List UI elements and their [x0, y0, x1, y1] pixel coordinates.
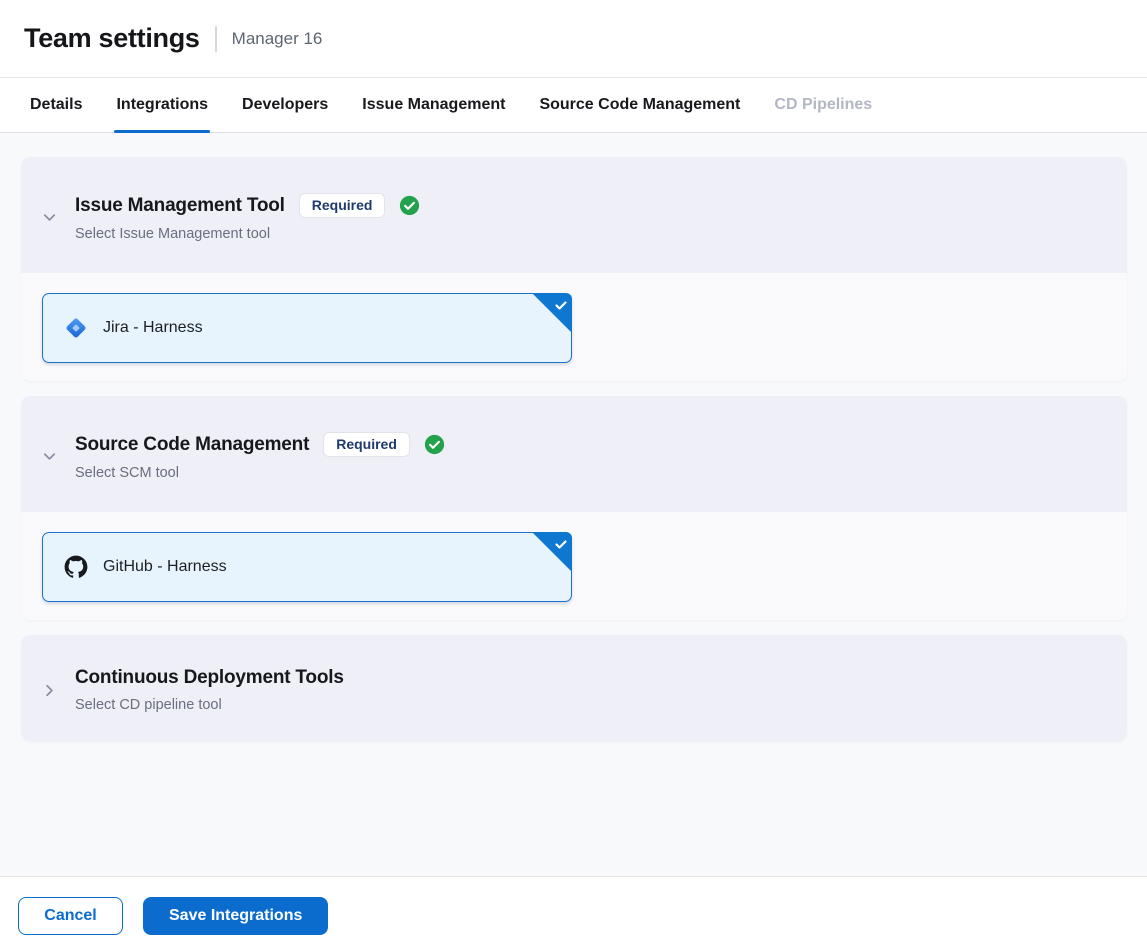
selected-corner-badge: [532, 532, 572, 572]
section-title: Continuous Deployment Tools: [75, 667, 344, 689]
tab-cd-pipelines: CD Pipelines: [772, 78, 874, 132]
check-icon: [554, 537, 568, 551]
github-icon: [64, 555, 88, 579]
tab-source-code-management[interactable]: Source Code Management: [537, 78, 742, 132]
option-label: GitHub - Harness: [103, 558, 227, 576]
selected-corner-badge: [532, 293, 572, 333]
chevron-down-icon: [41, 209, 58, 226]
check-circle-icon: [424, 434, 445, 455]
required-badge: Required: [323, 432, 410, 457]
tab-integrations[interactable]: Integrations: [114, 78, 210, 132]
tab-bar: Details Integrations Developers Issue Ma…: [0, 77, 1147, 133]
integrations-panel: Issue Management Tool Required Select Is…: [0, 133, 1147, 876]
section-source-code-management: Source Code Management Required Select S…: [21, 396, 1127, 620]
section-subtitle: Select Issue Management tool: [75, 226, 420, 242]
required-badge: Required: [299, 193, 386, 218]
section-cd-header[interactable]: Continuous Deployment Tools Select CD pi…: [21, 635, 1127, 741]
title-separator: [215, 26, 217, 52]
tab-developers[interactable]: Developers: [240, 78, 330, 132]
chevron-right-icon: [41, 682, 58, 699]
chevron-down-icon: [41, 448, 58, 465]
save-integrations-button[interactable]: Save Integrations: [143, 897, 328, 935]
section-subtitle: Select SCM tool: [75, 465, 445, 481]
section-subtitle: Select CD pipeline tool: [75, 697, 344, 713]
section-scm-header[interactable]: Source Code Management Required Select S…: [21, 396, 1127, 512]
page-title: Team settings: [24, 23, 200, 54]
option-github-harness[interactable]: GitHub - Harness: [42, 532, 572, 602]
check-circle-icon: [399, 195, 420, 216]
section-continuous-deployment-tools: Continuous Deployment Tools Select CD pi…: [21, 635, 1127, 741]
page-header: Team settings Manager 16: [0, 0, 1147, 77]
section-issue-management-header[interactable]: Issue Management Tool Required Select Is…: [21, 157, 1127, 273]
tab-issue-management[interactable]: Issue Management: [360, 78, 507, 132]
option-jira-harness[interactable]: Jira - Harness: [42, 293, 572, 363]
cancel-button[interactable]: Cancel: [18, 897, 123, 935]
jira-icon: [64, 316, 88, 340]
footer-action-bar: Cancel Save Integrations: [0, 876, 1147, 952]
section-issue-management-tool: Issue Management Tool Required Select Is…: [21, 157, 1127, 381]
check-icon: [554, 298, 568, 312]
option-label: Jira - Harness: [103, 319, 203, 337]
page-subtitle: Manager 16: [232, 29, 323, 49]
tab-details[interactable]: Details: [28, 78, 84, 132]
section-title: Issue Management Tool: [75, 195, 285, 217]
section-title: Source Code Management: [75, 434, 309, 456]
